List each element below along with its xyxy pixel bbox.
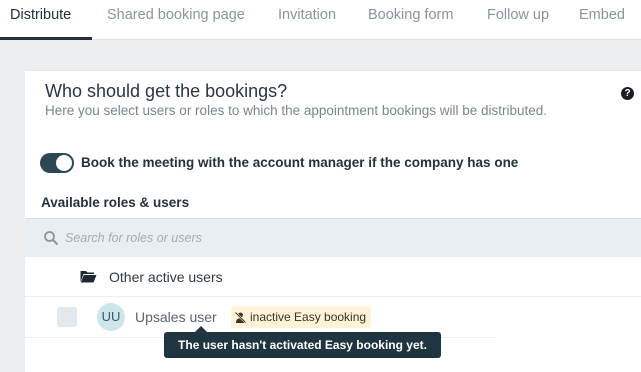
tab-embed[interactable]: Embed bbox=[579, 0, 625, 40]
folder-open-icon bbox=[80, 271, 97, 283]
account-manager-toggle[interactable] bbox=[40, 153, 74, 173]
tab-booking-form[interactable]: Booking form bbox=[368, 0, 453, 40]
tab-follow-up[interactable]: Follow up bbox=[487, 0, 549, 40]
user-name: Upsales user bbox=[135, 309, 217, 325]
panel-subtitle: Here you select users or roles to which … bbox=[45, 103, 548, 118]
badge-label: inactive Easy booking bbox=[250, 310, 367, 324]
search-icon bbox=[44, 231, 58, 245]
group-label: Other active users bbox=[109, 269, 223, 285]
tab-shared-booking-page[interactable]: Shared booking page bbox=[107, 0, 245, 40]
tab-invitation[interactable]: Invitation bbox=[278, 0, 336, 40]
tab-bar: Distribute Shared booking page Invitatio… bbox=[0, 0, 641, 40]
group-row-other-active-users[interactable]: Other active users bbox=[25, 257, 641, 297]
tab-distribute[interactable]: Distribute bbox=[10, 0, 71, 40]
panel-title: Who should get the bookings? bbox=[45, 81, 288, 101]
avatar: UU bbox=[97, 303, 125, 331]
inactive-user-tooltip: The user hasn't activated Easy booking y… bbox=[164, 332, 441, 358]
help-icon[interactable]: ? bbox=[621, 87, 634, 100]
available-roles-heading: Available roles & users bbox=[41, 195, 190, 210]
distribute-panel: Who should get the bookings? Here you se… bbox=[25, 70, 641, 372]
user-checkbox[interactable] bbox=[57, 307, 77, 327]
user-row: UU Upsales user inactive Easy booking bbox=[25, 297, 641, 337]
user-inactive-icon bbox=[234, 311, 247, 323]
active-tab-indicator bbox=[0, 37, 92, 40]
toggle-knob bbox=[56, 155, 72, 171]
roles-search-input[interactable] bbox=[65, 227, 565, 249]
inactive-status-badge[interactable]: inactive Easy booking bbox=[231, 306, 372, 328]
account-manager-toggle-label: Book the meeting with the account manage… bbox=[81, 155, 519, 170]
roles-search-bar bbox=[25, 218, 641, 257]
